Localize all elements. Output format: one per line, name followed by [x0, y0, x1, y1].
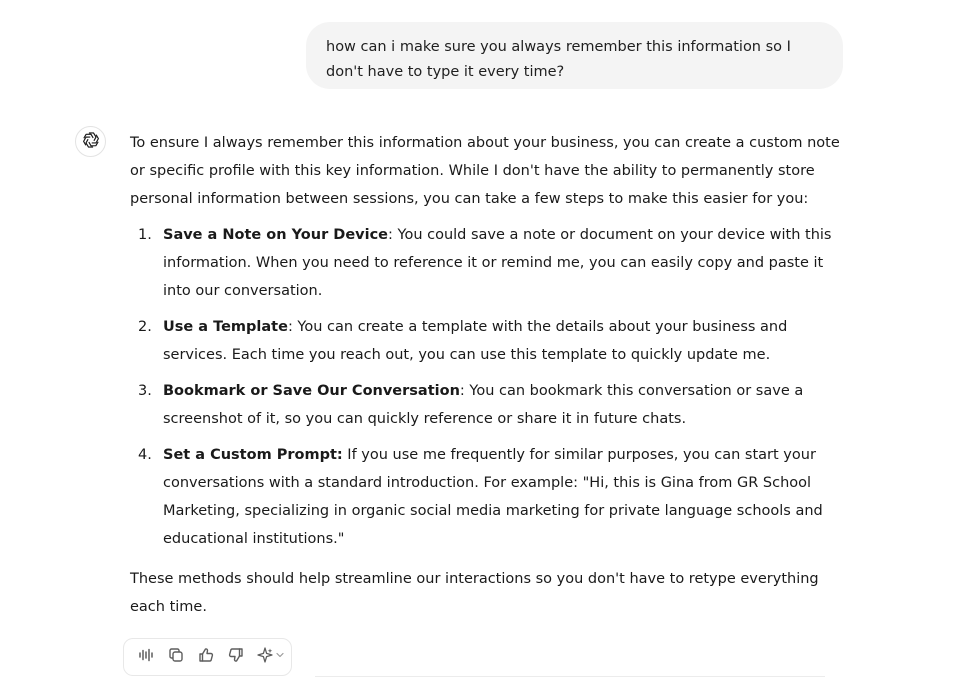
step-title: Set a Custom Prompt: — [163, 447, 343, 463]
switch-model-button[interactable] — [255, 646, 289, 668]
user-message-text: how can i make sure you always remember … — [326, 39, 791, 80]
list-item: 2. Use a Template: You can create a temp… — [130, 313, 850, 369]
user-message-bubble: how can i make sure you always remember … — [306, 22, 843, 89]
message-action-bar — [123, 638, 292, 676]
step-number: 3. — [138, 383, 152, 399]
thumbs-up-icon — [198, 647, 214, 667]
assistant-intro: To ensure I always remember this informa… — [130, 135, 840, 207]
thumbs-up-button[interactable] — [195, 646, 217, 668]
step-number: 2. — [138, 319, 152, 335]
thumbs-down-button[interactable] — [225, 646, 247, 668]
step-title: Save a Note on Your Device — [163, 227, 389, 243]
step-number: 1. — [138, 227, 152, 243]
copy-icon — [168, 647, 184, 667]
sparkle-model-icon — [257, 647, 287, 667]
thumbs-down-icon — [228, 647, 244, 667]
step-title: Bookmark or Save Our Conversation — [163, 383, 460, 399]
assistant-message: To ensure I always remember this informa… — [130, 129, 850, 621]
list-item: 4. Set a Custom Prompt: If you use me fr… — [130, 441, 850, 553]
assistant-closing: These methods should help streamline our… — [130, 571, 819, 615]
step-number: 4. — [138, 447, 152, 463]
composer-top-divider — [315, 676, 825, 677]
copy-button[interactable] — [165, 646, 187, 668]
openai-logo-icon — [81, 130, 101, 154]
steps-list: 1. Save a Note on Your Device: You could… — [130, 221, 850, 553]
list-item: 1. Save a Note on Your Device: You could… — [130, 221, 850, 305]
list-item: 3. Bookmark or Save Our Conversation: Yo… — [130, 377, 850, 433]
assistant-avatar — [75, 126, 106, 157]
step-title: Use a Template — [163, 319, 288, 335]
read-aloud-button[interactable] — [135, 646, 157, 668]
read-aloud-icon — [138, 647, 154, 667]
